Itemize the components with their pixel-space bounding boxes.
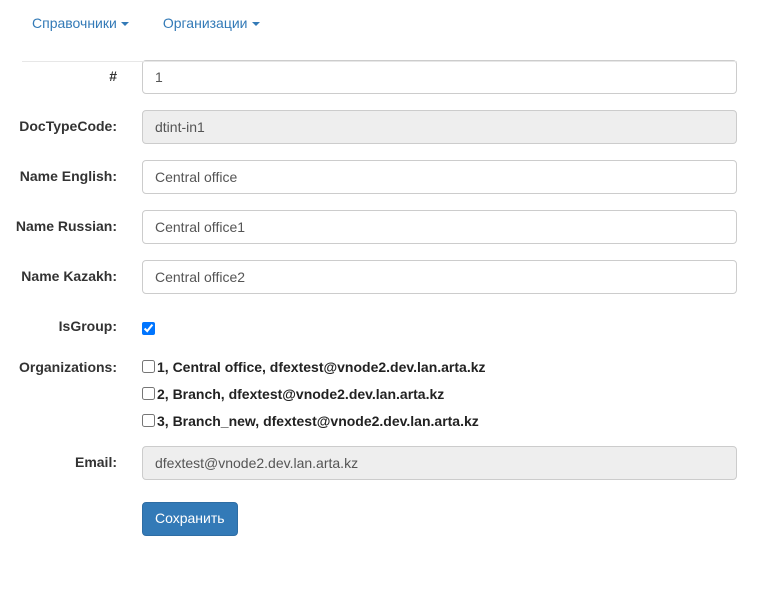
form-row-isgroup: IsGroup:	[0, 310, 759, 335]
label-number: #	[109, 68, 117, 84]
email-field	[142, 446, 737, 480]
organization-label-2: 2, Branch, dfextest@vnode2.dev.lan.arta.…	[157, 386, 445, 402]
organization-checkbox-2[interactable]	[142, 387, 155, 400]
form-row-email: Email:	[0, 446, 759, 480]
navbar-label-spravochniki: Справочники	[32, 15, 117, 31]
form-row-name-kazakh: Name Kazakh:	[0, 260, 759, 294]
form-row-name-russian: Name Russian:	[0, 210, 759, 244]
name-kazakh-input[interactable]	[142, 260, 737, 294]
label-name-kazakh: Name Kazakh:	[21, 268, 117, 284]
navbar-menu: Справочники Организации	[0, 0, 759, 46]
isgroup-checkbox[interactable]	[142, 321, 155, 335]
form-row-doctypecode: DocTypeCode:	[0, 110, 759, 144]
navbar-item-organizatsii[interactable]: Организации	[143, 13, 274, 33]
navbar-item-spravochniki[interactable]: Справочники	[0, 13, 143, 33]
document-type-form: # DocTypeCode: Name English: Name Russia…	[0, 46, 759, 536]
form-row-organizations: Organizations: 1, Central office, dfexte…	[0, 351, 759, 430]
form-row-name-english: Name English:	[0, 160, 759, 194]
organization-checkbox-3[interactable]	[142, 414, 155, 427]
organization-label-3: 3, Branch_new, dfextest@vnode2.dev.lan.a…	[157, 413, 479, 429]
field-wrap-name-russian	[117, 210, 759, 244]
field-wrap-name-kazakh	[117, 260, 759, 294]
label-organizations: Organizations:	[18, 359, 117, 375]
field-wrap-name-english	[117, 160, 759, 194]
navbar-label-organizatsii: Организации	[162, 15, 248, 31]
field-wrap-number	[117, 60, 759, 94]
navbar-link-organizatsii[interactable]: Организации	[143, 13, 274, 33]
organization-checkbox-1[interactable]	[142, 360, 155, 373]
main-navbar: Справочники Организации	[0, 0, 759, 62]
navbar-divider	[22, 61, 737, 62]
field-wrap-doctypecode	[117, 110, 759, 144]
number-input[interactable]	[142, 60, 737, 94]
save-button[interactable]: Сохранить	[142, 502, 238, 536]
form-row-number: #	[0, 60, 759, 94]
list-item[interactable]: 3, Branch_new, dfextest@vnode2.dev.lan.a…	[142, 412, 737, 430]
organizations-list: 1, Central office, dfextest@vnode2.dev.l…	[117, 351, 759, 430]
name-english-input[interactable]	[142, 160, 737, 194]
label-name-russian: Name Russian:	[15, 218, 117, 234]
organization-label-1: 1, Central office, dfextest@vnode2.dev.l…	[157, 359, 486, 375]
caret-down-icon	[251, 22, 260, 27]
doctypecode-input	[142, 110, 737, 144]
label-doctypecode: DocTypeCode:	[19, 118, 117, 134]
name-russian-input[interactable]	[142, 210, 737, 244]
list-item[interactable]: 2, Branch, dfextest@vnode2.dev.lan.arta.…	[142, 385, 737, 403]
field-wrap-email	[117, 446, 759, 480]
form-row-submit: Сохранить	[0, 502, 759, 536]
field-wrap-submit: Сохранить	[117, 502, 759, 536]
label-name-english: Name English:	[19, 168, 117, 184]
label-submit-spacer	[0, 502, 117, 509]
caret-down-icon	[120, 22, 129, 27]
field-wrap-isgroup	[117, 310, 759, 335]
navbar-link-spravochniki[interactable]: Справочники	[0, 13, 143, 33]
list-item[interactable]: 1, Central office, dfextest@vnode2.dev.l…	[142, 358, 737, 376]
label-email: Email:	[74, 454, 117, 470]
label-isgroup: IsGroup:	[58, 318, 117, 334]
